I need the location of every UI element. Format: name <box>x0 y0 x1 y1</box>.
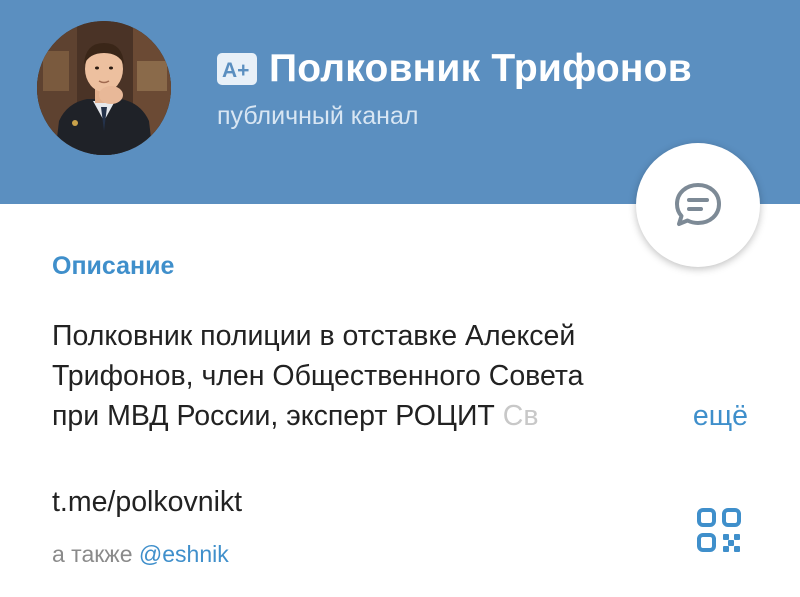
channel-name: Полковник Трифонов <box>269 47 692 90</box>
description-truncated-text: Св <box>502 400 539 432</box>
description-line: Трифонов, член Общественного Совета <box>52 360 584 392</box>
channel-type: публичный канал <box>217 102 419 130</box>
also-prefix: а также <box>52 541 133 567</box>
also-handle-link[interactable]: @eshnik <box>139 541 229 567</box>
description-line: Полковник полиции в отставке Алексей <box>52 320 576 352</box>
avatar-illustration <box>37 21 171 155</box>
discussion-button[interactable] <box>636 143 760 267</box>
channel-badge-icon: A+ <box>217 53 257 85</box>
channel-title-row: A+ Полковник Трифонов <box>217 44 692 94</box>
description-label: Описание <box>52 252 175 280</box>
svg-text:A+: A+ <box>222 59 249 81</box>
show-more-link[interactable]: ещё <box>670 396 748 436</box>
channel-description: Полковник полиции в отставке Алексей Три… <box>52 316 752 436</box>
description-line-last: при МВД России, эксперт РОЦИТ Св ещё <box>52 396 752 436</box>
channel-avatar[interactable] <box>37 21 171 155</box>
channel-link[interactable]: t.me/polkovnikt <box>52 486 242 519</box>
description-line-text: при МВД России, эксперт РОЦИТ <box>52 400 495 432</box>
qr-code-icon[interactable] <box>697 508 741 552</box>
also-usernames: а также @eshnik <box>52 541 229 568</box>
chat-bubble-icon <box>675 183 721 226</box>
